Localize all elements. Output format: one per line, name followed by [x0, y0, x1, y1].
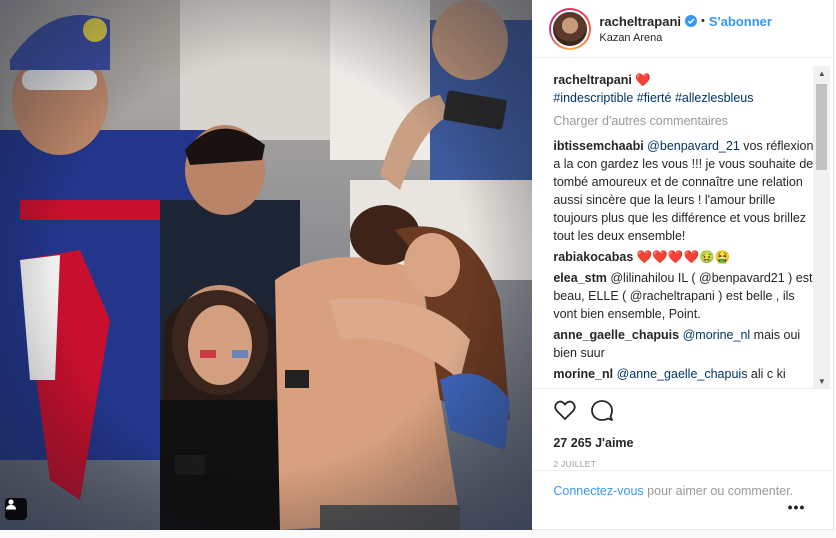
post-sidebar: racheltrapani • S'abonner Kazan Arena ra…	[532, 0, 834, 530]
comments-list: racheltrapani ❤️ #indescriptible #fierté…	[553, 71, 821, 386]
scroll-up-arrow-icon[interactable]: ▲	[813, 66, 830, 80]
post-container: racheltrapani • S'abonner Kazan Arena ra…	[0, 0, 834, 530]
caption-hashtags[interactable]: #indescriptible #fierté #allezlesbleus	[553, 91, 753, 105]
header-username[interactable]: racheltrapani	[599, 14, 681, 29]
likes-count[interactable]: 27 265 J'aime	[553, 436, 833, 450]
caption-emoji: ❤️	[635, 73, 651, 87]
comment-username[interactable]: elea_stm	[553, 271, 607, 285]
comment-text: ❤️❤️❤️❤️🤢🤮	[633, 250, 731, 264]
caption-username[interactable]: racheltrapani	[553, 73, 632, 87]
comment-username[interactable]: ibtissemchaabi	[553, 139, 643, 153]
location-link[interactable]: Kazan Arena	[599, 32, 772, 44]
list-item: rabiakocabas ❤️❤️❤️❤️🤢🤮	[553, 248, 821, 266]
more-options-icon[interactable]: •••	[788, 499, 806, 515]
photo-illustration	[0, 0, 533, 530]
caption: racheltrapani ❤️ #indescriptible #fierté…	[553, 71, 821, 107]
comment-username[interactable]: anne_gaelle_chapuis	[553, 328, 679, 342]
follow-button[interactable]: S'abonner	[709, 14, 772, 29]
comment-username[interactable]: morine_nl	[553, 367, 613, 381]
comment-mention[interactable]: @anne_gaelle_chapuis	[617, 367, 748, 381]
post-photo[interactable]	[0, 0, 533, 530]
load-more-comments-button[interactable]: Charger d'autres commentaires	[553, 112, 821, 130]
avatar[interactable]	[549, 7, 592, 50]
login-prompt: Connectez-vous pour aimer ou commenter. …	[532, 470, 834, 530]
comment-text: vos réflexions a la con gardez les vous …	[553, 139, 820, 243]
post-date: 2 JUILLET	[553, 459, 597, 469]
comment-text: ali c ki	[747, 367, 786, 381]
scroll-down-arrow-icon[interactable]: ▼	[813, 374, 830, 388]
post-actions: 27 265 J'aime 2 JUILLET	[532, 388, 834, 469]
verified-badge-icon	[685, 15, 698, 27]
comment-mention[interactable]: @morine_nl	[683, 328, 751, 342]
comment-icon[interactable]	[590, 398, 614, 422]
comment-username[interactable]: rabiakocabas	[553, 250, 633, 264]
tagged-people-icon[interactable]	[5, 498, 27, 520]
heart-icon[interactable]	[553, 398, 577, 422]
comments-scrollbar[interactable]: ▲ ▼	[813, 66, 831, 388]
list-item: elea_stm @lilinahilou IL ( @benpavard21 …	[553, 269, 821, 323]
login-text: pour aimer ou commenter.	[643, 484, 794, 498]
post-header: racheltrapani • S'abonner Kazan Arena	[532, 0, 833, 58]
login-link[interactable]: Connectez-vous	[553, 484, 643, 498]
scrollbar-thumb[interactable]	[816, 84, 828, 170]
header-separator: •	[701, 15, 705, 27]
comment-mention[interactable]: @benpavard_21	[647, 139, 740, 153]
list-item: ibtissemchaabi @benpavard_21 vos réflexi…	[553, 137, 821, 245]
list-item: anne_gaelle_chapuis @morine_nl mais oui …	[553, 326, 821, 362]
list-item: morine_nl @anne_gaelle_chapuis ali c ki	[553, 365, 821, 383]
